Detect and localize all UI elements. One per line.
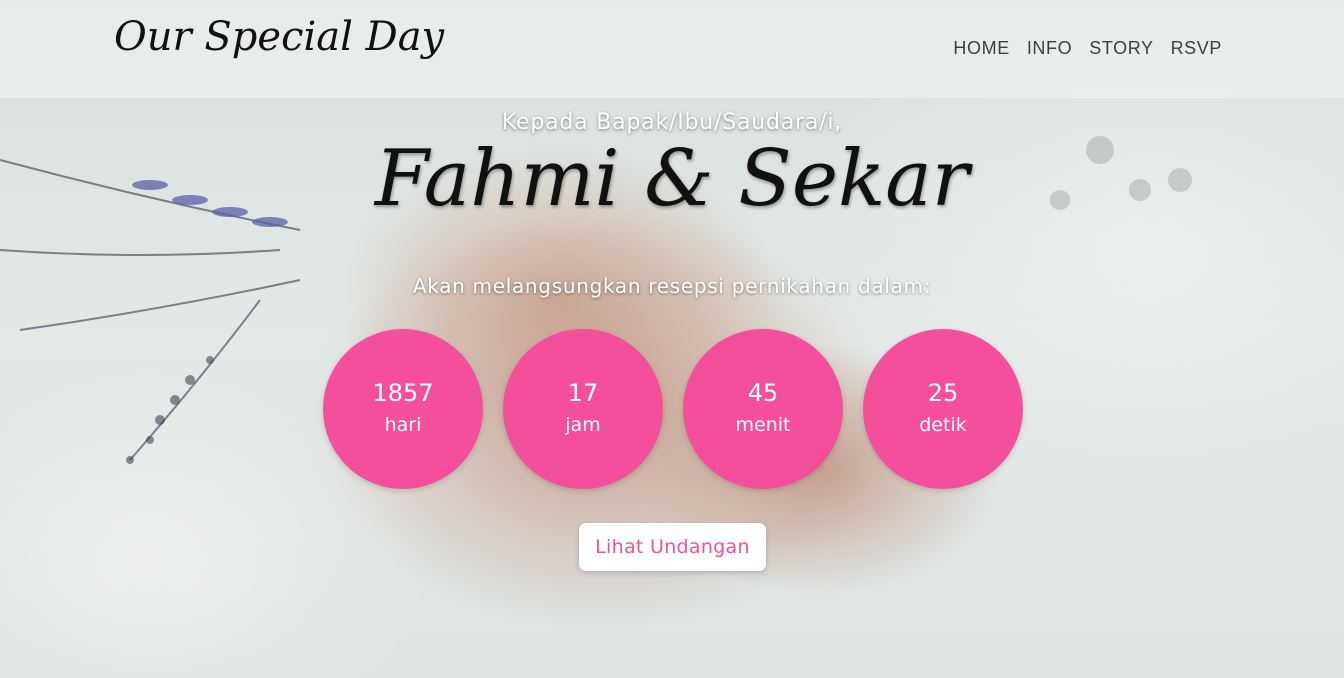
nav-item-rsvp[interactable]: RSVP [1171,38,1222,59]
countdown-value: 17 [567,379,599,407]
countdown-unit: hari [384,414,422,436]
countdown-value: 25 [927,379,959,407]
countdown-minutes: 45 menit [683,329,843,489]
greeting-text: Kepada Bapak/Ibu/Saudara/i, [501,110,843,135]
countdown-unit: menit [735,414,791,436]
countdown-value: 45 [747,379,779,407]
countdown-unit: detik [919,414,967,436]
brand-logo-text[interactable]: Our Special Day [114,14,444,60]
nav-menu: HOME INFO STORY RSVP [953,38,1222,59]
nav-item-story[interactable]: STORY [1089,38,1153,59]
event-subtitle: Akan melangsungkan resepsi pernikahan da… [412,274,932,298]
nav-item-home[interactable]: HOME [953,38,1009,59]
countdown-seconds: 25 detik [863,329,1023,489]
countdown-days: 1857 hari [323,329,483,489]
countdown-value: 1857 [372,379,434,407]
couple-names: Fahmi & Sekar [374,134,970,224]
countdown-unit: jam [565,414,601,436]
nav-item-info[interactable]: INFO [1027,38,1072,59]
navbar: Our Special Day HOME INFO STORY RSVP [0,0,1344,98]
view-invitation-button[interactable]: Lihat Undangan [579,523,766,571]
countdown-timer: 1857 hari 17 jam 45 menit 25 detik [323,329,1023,489]
countdown-hours: 17 jam [503,329,663,489]
